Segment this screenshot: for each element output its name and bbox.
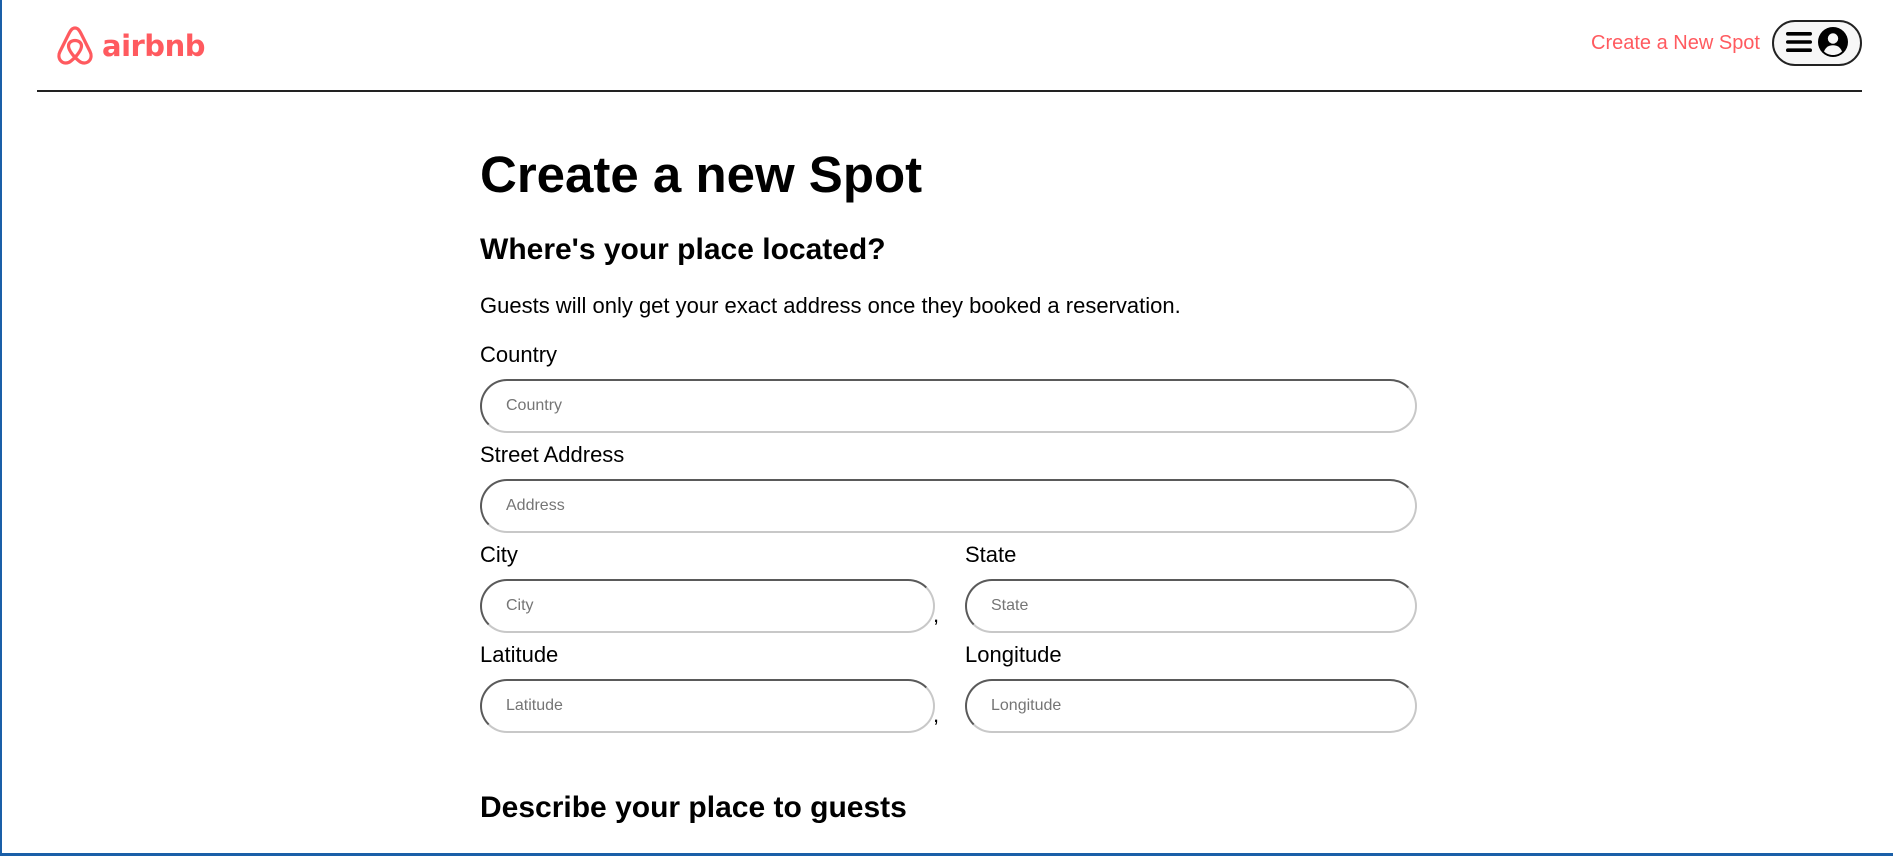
top-nav: airbnb Create a New Spot xyxy=(37,0,1862,92)
country-input[interactable] xyxy=(480,379,1417,433)
airbnb-logo-icon xyxy=(57,26,93,65)
create-new-spot-link[interactable]: Create a New Spot xyxy=(1591,32,1760,55)
page: airbnb Create a New Spot Create a new Sp… xyxy=(2,0,1893,853)
page-title: Create a new Spot xyxy=(480,146,923,203)
describe-section-heading: Describe your place to guests xyxy=(480,791,907,824)
state-input[interactable] xyxy=(965,579,1417,633)
latitude-input[interactable] xyxy=(480,679,935,733)
hamburger-icon xyxy=(1785,30,1813,57)
user-circle-icon xyxy=(1817,26,1849,61)
latitude-label: Latitude xyxy=(480,642,559,667)
nav-actions: Create a New Spot xyxy=(1591,20,1862,66)
street-address-label: Street Address xyxy=(480,442,625,467)
location-section-heading: Where's your place located? xyxy=(480,233,886,266)
location-section-description: Guests will only get your exact address … xyxy=(480,293,1181,318)
city-state-separator: , xyxy=(933,602,940,627)
street-address-input[interactable] xyxy=(480,479,1417,533)
lat-long-separator: , xyxy=(933,702,940,727)
state-label: State xyxy=(965,542,1017,567)
logo-text: airbnb xyxy=(102,29,205,63)
city-label: City xyxy=(480,542,518,567)
country-label: Country xyxy=(480,342,558,367)
longitude-input[interactable] xyxy=(965,679,1417,733)
city-input[interactable] xyxy=(480,579,935,633)
home-logo-link[interactable]: airbnb xyxy=(55,24,205,68)
longitude-label: Longitude xyxy=(965,642,1062,667)
profile-menu-button[interactable] xyxy=(1772,20,1862,66)
